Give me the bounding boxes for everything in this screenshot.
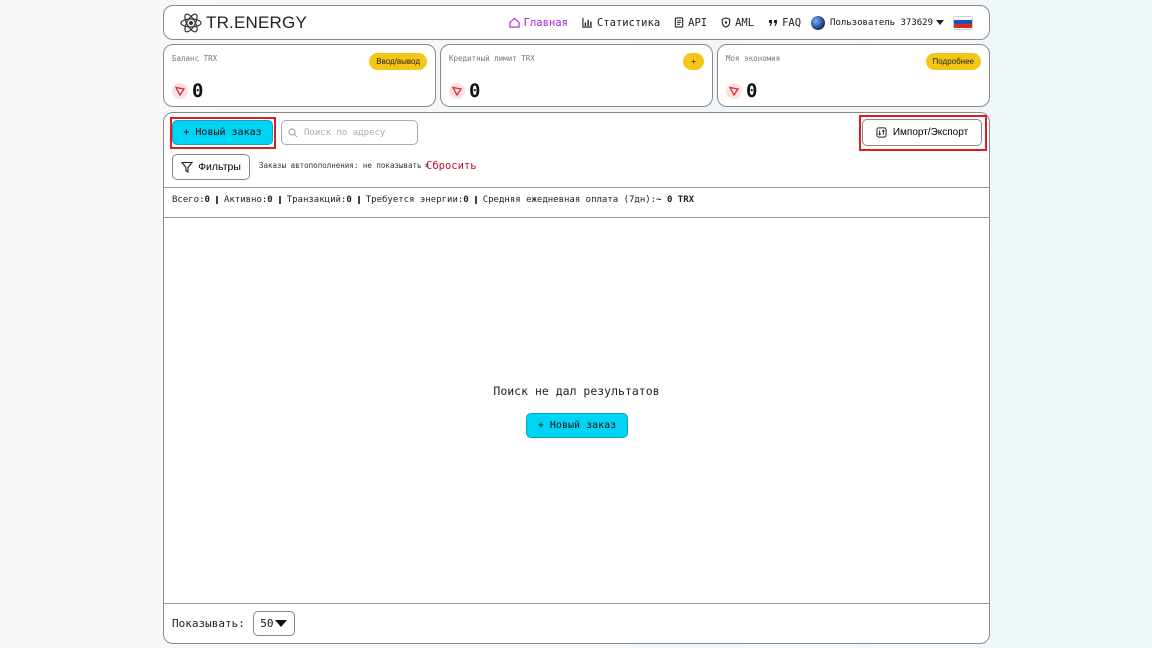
atom-logo-icon [180,13,202,33]
divider [164,217,989,218]
nav-label-aml: AML [735,16,755,29]
nav-item-faq[interactable]: FAQ [768,17,801,29]
quote-icon [769,19,778,26]
card-credit-label: Кредитный лимит TRX [449,54,535,63]
main-nav: Главная Статистика API AML FAQ Пользоват… [495,6,973,39]
nav-item-statistics[interactable]: Статистика [582,17,660,29]
trx-icon [449,83,465,99]
import-export-icon [876,127,887,138]
separator [278,196,281,204]
new-order-button[interactable]: + Новый заказ [172,120,273,145]
page-size-select[interactable]: 50 [252,611,295,636]
pagination-footer: Показывать: 50 [172,611,295,636]
stat-tx-value: 0 [346,195,352,205]
search-icon [288,127,298,137]
chevron-down-icon [936,20,944,25]
nav-label-home: Главная [523,16,568,29]
separator [474,196,477,204]
page-size-value: 50 [260,617,274,630]
card-balance-label: Баланс TRX [172,54,218,63]
search-input[interactable]: Поиск по адресу [281,120,418,145]
divider [164,187,989,188]
stat-active-label: Активно: [223,195,268,205]
stat-tx-label: Транзакций: [286,195,347,205]
chevron-down-icon [275,620,288,627]
card-balance-value: 0 [172,80,203,102]
nav-item-api[interactable]: API [674,17,707,29]
details-button[interactable]: Подробнее [925,53,981,70]
import-export-button[interactable]: Импорт/Экспорт [862,119,982,146]
nav-item-home[interactable]: Главная [509,17,568,29]
language-flag-icon[interactable] [953,15,973,30]
card-savings: Моя экономия Подробнее 0 [717,44,990,107]
card-savings-label: Моя экономия [726,54,781,63]
trx-icon [726,83,742,99]
card-credit-limit: Кредитный лимит TRX + 0 [440,44,713,107]
avatar [811,15,826,30]
bar-chart-icon [582,17,593,28]
filter-chip[interactable]: Заказы автопополнения: не показывать × [259,161,429,170]
add-credit-button[interactable]: + [683,53,704,70]
nav-label-api: API [688,16,708,29]
search-placeholder: Поиск по адресу [304,127,386,138]
stat-total-value: 0 [204,195,210,205]
document-icon [674,17,684,28]
stat-avg-value: ~ 0 TRX [656,195,695,205]
logo-text: TR.ENERGY [206,13,307,32]
savings-value: 0 [746,80,758,102]
logo[interactable]: TR.ENERGY [180,12,307,34]
empty-new-order-button[interactable]: + Новый заказ [526,413,628,438]
balance-value: 0 [192,80,204,102]
stat-active-value: 0 [267,195,273,205]
filter-icon [181,161,194,173]
trx-icon [172,83,188,99]
card-balance: Баланс TRX Ввод/вывод 0 [163,44,436,107]
shield-icon [721,17,731,28]
card-savings-value: 0 [726,80,757,102]
user-label: Пользователь 373629 [830,17,933,28]
divider [164,603,989,604]
stat-total-label: Всего: [172,195,205,205]
separator [215,196,218,204]
credit-limit-value: 0 [469,80,481,102]
card-credit-value: 0 [449,80,480,102]
filter-chip-label: Заказы автопополнения: не показывать [259,161,422,170]
stat-energy-value: 0 [463,195,469,205]
filters-button[interactable]: Фильтры [172,154,250,180]
top-header: TR.ENERGY Главная Статистика API AML FAQ… [163,5,990,40]
reset-filters-link[interactable]: Сбросить [426,160,477,172]
orders-panel: + Новый заказ Поиск по адресу Импорт/Экс… [163,112,990,644]
nav-label-faq: FAQ [782,16,802,29]
import-export-label: Импорт/Экспорт [892,127,969,138]
separator [357,196,360,204]
page-size-label: Показывать: [172,617,245,630]
home-icon [509,17,520,28]
user-menu[interactable]: Пользователь 373629 [811,15,944,30]
empty-state-message: Поиск не дал результатов [493,384,660,398]
nav-label-statistics: Статистика [596,16,661,29]
nav-item-aml[interactable]: AML [721,17,754,29]
stats-bar: Всего: 0 Активно: 0 Транзакций: 0 Требуется… [172,195,694,205]
stat-energy-label: Требуется энергии: [365,195,464,205]
stat-avg-label: Средняя ежедневная оплата (7дн): [482,195,657,205]
deposit-withdraw-button[interactable]: Ввод/вывод [369,53,427,70]
filters-label: Фильтры [198,161,241,173]
